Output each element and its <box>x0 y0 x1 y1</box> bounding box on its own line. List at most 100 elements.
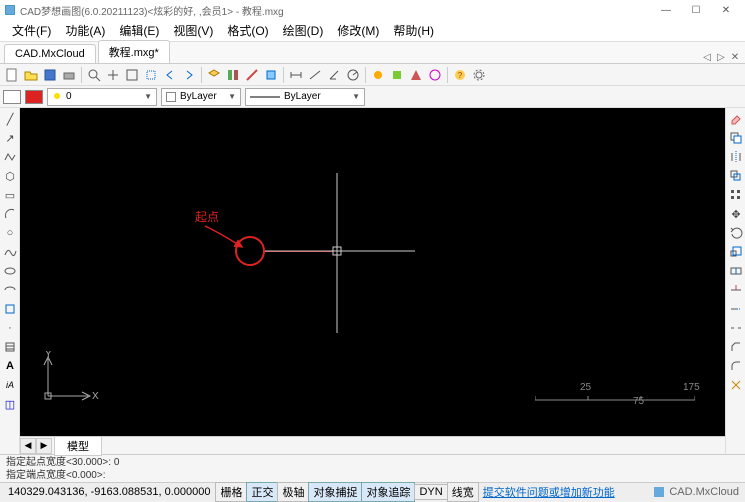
arc-tool[interactable] <box>1 205 19 223</box>
menu-draw[interactable]: 绘图(D) <box>277 20 330 41</box>
dim-aligned-button[interactable] <box>306 66 324 84</box>
help-button[interactable]: ? <box>451 66 469 84</box>
dim-radius-button[interactable] <box>344 66 362 84</box>
zoom-button[interactable] <box>85 66 103 84</box>
linetype-value: ByLayer <box>284 91 321 102</box>
tab-prev-button[interactable]: ◁ <box>701 52 713 63</box>
extend-tool[interactable] <box>727 300 745 318</box>
block-button[interactable] <box>262 66 280 84</box>
trim-tool[interactable] <box>727 281 745 299</box>
hatch-tool[interactable] <box>1 338 19 356</box>
polygon-tool[interactable]: ⬡ <box>1 167 19 185</box>
ellipse-tool[interactable] <box>1 262 19 280</box>
zoom-extents-button[interactable] <box>123 66 141 84</box>
open-button[interactable] <box>22 66 40 84</box>
linetype-dropdown[interactable]: ByLayer ▼ <box>245 88 365 106</box>
fillet-tool[interactable] <box>727 357 745 375</box>
break-tool[interactable] <box>727 319 745 337</box>
move-tool[interactable]: ✥ <box>727 205 745 223</box>
menu-modify[interactable]: 修改(M) <box>331 20 385 41</box>
svg-text:X: X <box>92 391 99 402</box>
status-osnap-toggle[interactable]: 对象捕捉 <box>308 482 362 502</box>
color-swatch-red[interactable] <box>25 90 43 104</box>
status-polar-toggle[interactable]: 极轴 <box>277 482 309 502</box>
tool-a-button[interactable] <box>369 66 387 84</box>
offset-tool[interactable] <box>727 167 745 185</box>
color-swatch-white[interactable] <box>3 90 21 104</box>
tab-mxcloud[interactable]: CAD.MxCloud <box>4 44 96 63</box>
zoom-window-button[interactable] <box>142 66 160 84</box>
brand-label: CAD.MxCloud <box>669 486 739 498</box>
model-tab[interactable]: 模型 <box>54 436 102 456</box>
match-props-button[interactable] <box>243 66 261 84</box>
pan-button[interactable] <box>104 66 122 84</box>
dim-angular-button[interactable] <box>325 66 343 84</box>
tab-tutorial[interactable]: 教程.mxg* <box>98 40 170 63</box>
copy-tool[interactable] <box>727 129 745 147</box>
explode-tool[interactable] <box>727 376 745 394</box>
redo-button[interactable] <box>180 66 198 84</box>
rectangle-tool[interactable]: ▭ <box>1 186 19 204</box>
save-button[interactable] <box>41 66 59 84</box>
spline-tool[interactable] <box>1 243 19 261</box>
line-tool[interactable]: ╱ <box>1 110 19 128</box>
scale-tool[interactable] <box>727 243 745 261</box>
print-button[interactable] <box>60 66 78 84</box>
scale-tick-1: 75 <box>633 396 644 407</box>
dim-linear-button[interactable] <box>287 66 305 84</box>
maximize-button[interactable]: ☐ <box>681 1 711 19</box>
menu-file[interactable]: 文件(F) <box>6 20 57 41</box>
scale-bar: 25 75 175 <box>535 388 695 411</box>
ucs-icon: YX <box>40 351 100 406</box>
status-ortho-toggle[interactable]: 正交 <box>246 482 278 502</box>
menu-help[interactable]: 帮助(H) <box>387 20 440 41</box>
mirror-tool[interactable] <box>727 148 745 166</box>
minimize-button[interactable]: — <box>651 1 681 19</box>
menu-func[interactable]: 功能(A) <box>59 20 111 41</box>
circle-tool[interactable]: ○ <box>1 224 19 242</box>
insert-block-tool[interactable] <box>1 300 19 318</box>
color-dropdown[interactable]: ByLayer ▼ <box>161 88 241 106</box>
close-button[interactable]: ✕ <box>711 1 741 19</box>
tab-close-button[interactable]: ✕ <box>729 52 741 63</box>
scroll-left-button[interactable]: ◀ <box>20 438 36 454</box>
status-dyn-toggle[interactable]: DYN <box>414 484 447 500</box>
status-lineweight-toggle[interactable]: 线宽 <box>447 482 479 502</box>
status-grid-toggle[interactable]: 栅格 <box>215 482 247 502</box>
layers-button[interactable] <box>205 66 223 84</box>
status-otrack-toggle[interactable]: 对象追踪 <box>361 482 415 502</box>
command-line-1: 指定起点宽度<30.000>: 0 <box>6 456 739 469</box>
chamfer-tool[interactable] <box>727 338 745 356</box>
settings-button[interactable] <box>470 66 488 84</box>
feedback-link[interactable]: 提交软件问题或增加新功能 <box>479 484 619 500</box>
scale-tick-2: 175 <box>683 382 700 393</box>
xline-tool[interactable]: ↗ <box>1 129 19 147</box>
menu-edit[interactable]: 编辑(E) <box>113 20 165 41</box>
main-toolbar: ? <box>0 64 745 86</box>
tool-c-button[interactable] <box>407 66 425 84</box>
new-button[interactable] <box>3 66 21 84</box>
text-tool[interactable]: A <box>1 357 19 375</box>
scroll-right-button[interactable]: ▶ <box>36 438 52 454</box>
properties-button[interactable] <box>224 66 242 84</box>
tool-d-button[interactable] <box>426 66 444 84</box>
undo-button[interactable] <box>161 66 179 84</box>
tab-next-button[interactable]: ▷ <box>715 52 727 63</box>
mtext-tool[interactable]: iA <box>1 376 19 394</box>
color-value: ByLayer <box>180 91 217 102</box>
region-tool[interactable]: ◫ <box>1 395 19 413</box>
menu-view[interactable]: 视图(V) <box>167 20 219 41</box>
tool-b-button[interactable] <box>388 66 406 84</box>
command-area[interactable]: 指定起点宽度<30.000>: 0 指定端点宽度<0.000>: <box>0 454 745 482</box>
rotate-tool[interactable] <box>727 224 745 242</box>
menu-format[interactable]: 格式(O) <box>221 20 274 41</box>
stretch-tool[interactable] <box>727 262 745 280</box>
command-line-2: 指定端点宽度<0.000>: <box>6 469 739 482</box>
array-tool[interactable] <box>727 186 745 204</box>
ellipse-arc-tool[interactable] <box>1 281 19 299</box>
erase-tool[interactable] <box>727 110 745 128</box>
drawing-area[interactable]: 起点 YX 25 75 175 ◀ <box>20 108 725 454</box>
polyline-tool[interactable] <box>1 148 19 166</box>
layer-dropdown[interactable]: 0 ▼ <box>47 88 157 106</box>
point-tool[interactable]: · <box>1 319 19 337</box>
